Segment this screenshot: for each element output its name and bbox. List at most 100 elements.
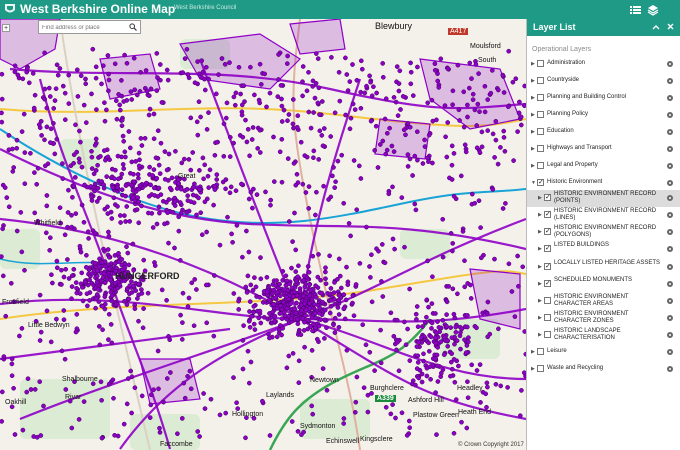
expand-arrow-icon[interactable]: ▶ bbox=[538, 264, 542, 270]
search-button[interactable] bbox=[127, 21, 139, 33]
layer-checkbox[interactable]: ✓ bbox=[544, 194, 551, 201]
expand-arrow-icon[interactable]: ▶ bbox=[531, 146, 535, 152]
layer-options-icon[interactable] bbox=[667, 146, 673, 152]
expand-arrow-icon[interactable]: ▶ bbox=[531, 61, 535, 67]
layer-row[interactable]: ▶ Leisure bbox=[527, 344, 680, 359]
expand-arrow-icon[interactable]: ▶ bbox=[531, 163, 535, 169]
layer-checkbox[interactable] bbox=[537, 162, 544, 169]
layer-options-icon[interactable] bbox=[667, 180, 673, 186]
layer-checkbox[interactable] bbox=[537, 77, 544, 84]
layer-row[interactable]: ▶ Planning and Building Control bbox=[527, 90, 680, 105]
layer-checkbox[interactable] bbox=[544, 314, 551, 321]
layer-checkbox[interactable] bbox=[537, 128, 544, 135]
expand-arrow-icon[interactable]: ▶ bbox=[538, 332, 542, 338]
expand-arrow-icon[interactable]: ▶ bbox=[538, 212, 542, 218]
expand-arrow-icon[interactable]: ▶ bbox=[538, 195, 542, 201]
expand-arrow-icon[interactable]: ▶ bbox=[531, 349, 535, 355]
expand-arrow-icon[interactable]: ▶ bbox=[531, 129, 535, 135]
layer-row[interactable]: ▶ Education bbox=[527, 124, 680, 139]
layer-row[interactable]: ▶ ✓ HISTORIC ENVIRONMENT RECORD (POINTS) bbox=[527, 190, 680, 207]
zoom-in-button[interactable]: + bbox=[2, 24, 10, 32]
expand-arrow-icon[interactable]: ▶ bbox=[538, 281, 542, 287]
layer-row[interactable]: ▶ HISTORIC ENVIRONMENT CHARACTER ZONES bbox=[527, 310, 680, 327]
layer-options-icon[interactable] bbox=[667, 212, 673, 218]
layer-row[interactable]: ▶ HISTORIC LANDSCAPE CHARACTERISATION bbox=[527, 327, 680, 344]
layer-checkbox[interactable]: ✓ bbox=[544, 245, 551, 252]
collapse-panel-button[interactable] bbox=[651, 22, 661, 32]
heritage-point bbox=[377, 142, 383, 147]
heritage-point bbox=[336, 324, 342, 330]
layer-row[interactable]: ▶ Countryside bbox=[527, 73, 680, 88]
layer-options-icon[interactable] bbox=[667, 281, 673, 287]
layer-options-icon[interactable] bbox=[667, 163, 673, 169]
layer-checkbox[interactable] bbox=[537, 365, 544, 372]
address-search[interactable] bbox=[38, 20, 141, 34]
layer-checkbox[interactable]: ✓ bbox=[544, 280, 551, 287]
layer-checkbox[interactable]: ✓ bbox=[544, 263, 551, 270]
layer-options-icon[interactable] bbox=[667, 332, 673, 338]
layer-options-icon[interactable] bbox=[667, 315, 673, 321]
layer-checkbox[interactable] bbox=[544, 331, 551, 338]
list-button[interactable] bbox=[628, 2, 643, 17]
heritage-point bbox=[126, 296, 132, 302]
layer-row[interactable]: ▶ Highways and Transport bbox=[527, 141, 680, 156]
layer-row[interactable]: ▶ ✓ HISTORIC ENVIRONMENT RECORD (POLYGONS) bbox=[527, 224, 680, 241]
search-input[interactable] bbox=[42, 22, 126, 33]
heritage-point bbox=[358, 176, 364, 181]
layer-options-icon[interactable] bbox=[667, 95, 673, 101]
map-view[interactable]: Blewbury Moulsford South A417 Whitfield … bbox=[0, 19, 526, 450]
heritage-point bbox=[378, 327, 383, 333]
layer-checkbox[interactable] bbox=[537, 111, 544, 118]
layer-checkbox[interactable]: ✓ bbox=[544, 228, 551, 235]
heritage-point bbox=[449, 366, 455, 372]
layer-row[interactable]: ▶ Administration bbox=[527, 56, 680, 71]
layer-options-icon[interactable] bbox=[667, 78, 673, 84]
layer-options-icon[interactable] bbox=[667, 349, 673, 355]
layer-checkbox[interactable] bbox=[537, 145, 544, 152]
layer-checkbox[interactable] bbox=[537, 94, 544, 101]
layer-options-icon[interactable] bbox=[667, 366, 673, 372]
expand-arrow-icon[interactable]: ▶ bbox=[538, 315, 542, 321]
layer-row[interactable]: ▶ ✓ LOCALLY LISTED HERITAGE ASSETS bbox=[527, 259, 680, 276]
expand-arrow-icon[interactable]: ▶ bbox=[531, 95, 535, 101]
layer-options-icon[interactable] bbox=[667, 229, 673, 235]
layer-options-icon[interactable] bbox=[667, 195, 673, 201]
layer-checkbox[interactable]: ✓ bbox=[537, 179, 544, 186]
heritage-point bbox=[127, 145, 133, 151]
layer-options-icon[interactable] bbox=[667, 264, 673, 270]
expand-arrow-icon[interactable]: ▶ bbox=[538, 229, 542, 235]
expand-arrow-icon[interactable]: ▶ bbox=[538, 246, 542, 252]
layer-row[interactable]: ▶ Planning Policy bbox=[527, 107, 680, 122]
layer-row[interactable]: ▶ Waste and Recycling bbox=[527, 361, 680, 376]
expand-arrow-icon[interactable]: ▶ bbox=[531, 112, 535, 118]
close-panel-button[interactable] bbox=[665, 22, 675, 32]
layer-row[interactable]: ▶ HISTORIC ENVIRONMENT CHARACTER AREAS bbox=[527, 293, 680, 310]
layer-options-icon[interactable] bbox=[667, 112, 673, 118]
layer-label: LISTED BUILDINGS bbox=[554, 242, 610, 248]
layers-button[interactable] bbox=[645, 2, 660, 17]
layer-options-icon[interactable] bbox=[667, 298, 673, 304]
layer-row[interactable]: ▼ ✓ Historic Environment bbox=[527, 175, 680, 190]
layer-checkbox[interactable] bbox=[537, 60, 544, 67]
expand-arrow-icon[interactable]: ▶ bbox=[538, 298, 542, 304]
layer-checkbox[interactable] bbox=[544, 297, 551, 304]
layer-options-icon[interactable] bbox=[667, 246, 673, 252]
map-canvas[interactable] bbox=[0, 19, 526, 450]
layer-row[interactable]: ▶ Legal and Property bbox=[527, 158, 680, 173]
heritage-point bbox=[318, 317, 323, 323]
layer-checkbox[interactable] bbox=[537, 348, 544, 355]
heritage-point bbox=[300, 316, 306, 321]
layer-checkbox[interactable]: ✓ bbox=[544, 211, 551, 218]
layer-row[interactable]: ▶ ✓ SCHEDULED MONUMENTS bbox=[527, 276, 680, 293]
layer-row[interactable]: ▶ ✓ LISTED BUILDINGS bbox=[527, 241, 680, 258]
heritage-point bbox=[197, 168, 202, 173]
layer-row[interactable]: ▶ ✓ HISTORIC ENVIRONMENT RECORD (LINES) bbox=[527, 207, 680, 224]
expand-arrow-icon[interactable]: ▼ bbox=[531, 180, 536, 186]
heritage-point bbox=[449, 177, 455, 182]
heritage-point bbox=[476, 198, 482, 204]
layer-options-icon[interactable] bbox=[667, 61, 673, 67]
expand-arrow-icon[interactable]: ▶ bbox=[531, 366, 535, 372]
expand-arrow-icon[interactable]: ▶ bbox=[531, 78, 535, 84]
layer-options-icon[interactable] bbox=[667, 129, 673, 135]
heritage-point bbox=[425, 100, 431, 106]
